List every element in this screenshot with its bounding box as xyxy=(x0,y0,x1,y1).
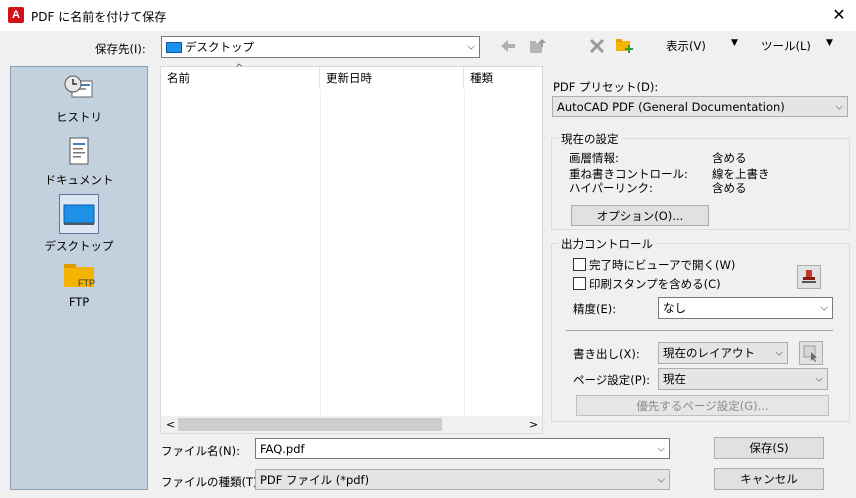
page-setup-dropdown[interactable]: 現在 ⌵ xyxy=(658,368,828,390)
scrollbar-thumb[interactable] xyxy=(178,418,442,431)
column-header-name[interactable]: 名前 xyxy=(161,67,320,89)
chevron-down-icon[interactable]: ⌵ xyxy=(657,443,665,454)
precision-label: 精度(E): xyxy=(573,302,617,316)
setting-value: 含める xyxy=(712,151,747,165)
history-icon xyxy=(62,73,96,105)
new-folder-icon[interactable] xyxy=(615,36,635,54)
svg-text:FTP: FTP xyxy=(78,278,95,288)
place-documents-label: ドキュメント xyxy=(44,173,114,187)
filename-value: FAQ.pdf xyxy=(260,441,305,456)
open-viewer-label[interactable]: 完了時にビューアで開く(W) xyxy=(589,257,735,273)
open-viewer-checkbox[interactable] xyxy=(573,258,586,271)
window-title: PDF に名前を付けて保存 xyxy=(31,10,167,24)
cancel-button[interactable]: キャンセル xyxy=(714,468,824,490)
tools-menu-arrow-icon[interactable]: ▼ xyxy=(826,38,833,48)
filetype-label: ファイルの種類(T): xyxy=(161,475,262,489)
place-history-label: ヒストリ xyxy=(56,110,102,124)
column-divider xyxy=(320,89,321,419)
divider xyxy=(566,330,833,331)
autocad-app-icon: A xyxy=(8,7,24,23)
places-bar: ヒストリ ドキュメント デスクトップ FTP FTP xyxy=(10,66,148,490)
save-button[interactable]: 保存(S) xyxy=(714,437,824,459)
setting-key: 画層情報: xyxy=(569,151,619,165)
chevron-down-icon: ⌵ xyxy=(835,101,843,112)
chevron-down-icon: ⌵ xyxy=(657,474,665,485)
setting-key: ハイパーリンク: xyxy=(569,181,653,195)
chevron-down-icon: ⌵ xyxy=(775,347,783,359)
export-value: 現在のレイアウト xyxy=(663,346,755,360)
place-desktop-label: デスクトップ xyxy=(44,239,114,253)
place-ftp-label: FTP xyxy=(68,295,90,309)
setting-value: 含める xyxy=(712,181,747,195)
place-desktop[interactable]: デスクトップ xyxy=(11,194,147,254)
output-control-title: 出力コントロール xyxy=(558,236,656,252)
pdf-preset-label: PDF プリセット(D): xyxy=(553,80,659,94)
desktop-icon xyxy=(166,41,182,53)
save-in-value: デスクトップ xyxy=(185,40,254,54)
up-folder-icon[interactable] xyxy=(528,37,548,55)
stamp-settings-button[interactable] xyxy=(797,265,821,289)
view-menu-arrow-icon[interactable]: ▼ xyxy=(731,38,738,48)
delete-icon[interactable] xyxy=(588,37,606,55)
chevron-down-icon: ⌵ xyxy=(467,41,475,53)
select-layouts-button[interactable] xyxy=(799,341,823,365)
column-divider xyxy=(464,89,465,419)
stamp-icon xyxy=(802,270,816,283)
precision-value: なし xyxy=(663,301,686,315)
place-history[interactable]: ヒストリ xyxy=(11,73,147,125)
include-stamp-label[interactable]: 印刷スタンプを含める(C) xyxy=(589,276,721,292)
desktop-icon xyxy=(59,194,99,234)
save-in-label: 保存先(I): xyxy=(95,42,146,56)
place-documents[interactable]: ドキュメント xyxy=(11,136,147,188)
precision-dropdown[interactable]: なし ⌵ xyxy=(658,297,833,319)
ftp-folder-icon: FTP xyxy=(62,259,96,291)
file-list[interactable]: ^ 名前 更新日時 種類 < > xyxy=(160,63,544,434)
options-button[interactable]: オプション(O)... xyxy=(571,205,709,226)
scroll-right-icon[interactable]: > xyxy=(529,418,538,431)
back-arrow-icon[interactable] xyxy=(499,37,517,55)
scroll-left-icon[interactable]: < xyxy=(166,418,175,431)
pdf-preset-value: AutoCAD PDF (General Documentation) xyxy=(557,99,785,114)
include-stamp-checkbox[interactable] xyxy=(573,277,586,290)
close-icon[interactable]: ✕ xyxy=(826,3,852,27)
view-menu[interactable]: 表示(V) xyxy=(666,38,706,54)
tools-menu[interactable]: ツール(L) xyxy=(761,38,811,54)
select-layout-icon xyxy=(803,345,817,362)
place-ftp[interactable]: FTP FTP xyxy=(11,259,147,309)
page-setup-override-button[interactable]: 優先するページ設定(G)... xyxy=(576,395,829,416)
filename-label: ファイル名(N): xyxy=(161,444,240,458)
column-header-modified[interactable]: 更新日時 xyxy=(320,67,464,89)
save-in-dropdown[interactable]: デスクトップ ⌵ xyxy=(161,36,480,58)
documents-icon xyxy=(62,136,96,168)
filetype-value: PDF ファイル (*pdf) xyxy=(260,472,370,487)
pdf-preset-dropdown[interactable]: AutoCAD PDF (General Documentation) ⌵ xyxy=(552,96,848,117)
export-dropdown[interactable]: 現在のレイアウト ⌵ xyxy=(658,342,788,364)
export-label: 書き出し(X): xyxy=(573,347,640,361)
page-setup-label: ページ設定(P): xyxy=(573,373,651,387)
page-setup-value: 現在 xyxy=(663,372,686,386)
filetype-dropdown[interactable]: PDF ファイル (*pdf) ⌵ xyxy=(255,469,670,490)
column-header-type[interactable]: 種類 xyxy=(464,67,544,89)
chevron-down-icon: ⌵ xyxy=(815,373,823,385)
filename-input[interactable]: FAQ.pdf ⌵ xyxy=(255,438,670,459)
current-settings-title: 現在の設定 xyxy=(558,131,622,147)
horizontal-scrollbar[interactable]: < > xyxy=(161,416,542,433)
chevron-down-icon: ⌵ xyxy=(820,302,828,314)
